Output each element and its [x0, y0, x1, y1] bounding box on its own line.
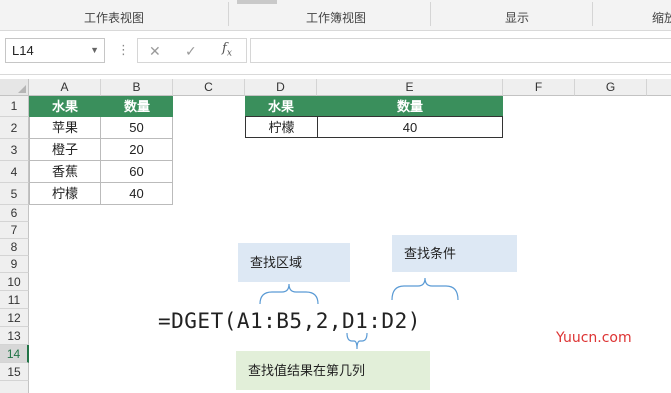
- watermark-text: Yuucn.com: [556, 330, 632, 346]
- bracket-range: [259, 283, 319, 305]
- formula-illustration: =DGET(A1:B5,2,D1:D2): [158, 309, 421, 333]
- bracket-criteria: [391, 277, 459, 301]
- bracket-column: [346, 332, 368, 350]
